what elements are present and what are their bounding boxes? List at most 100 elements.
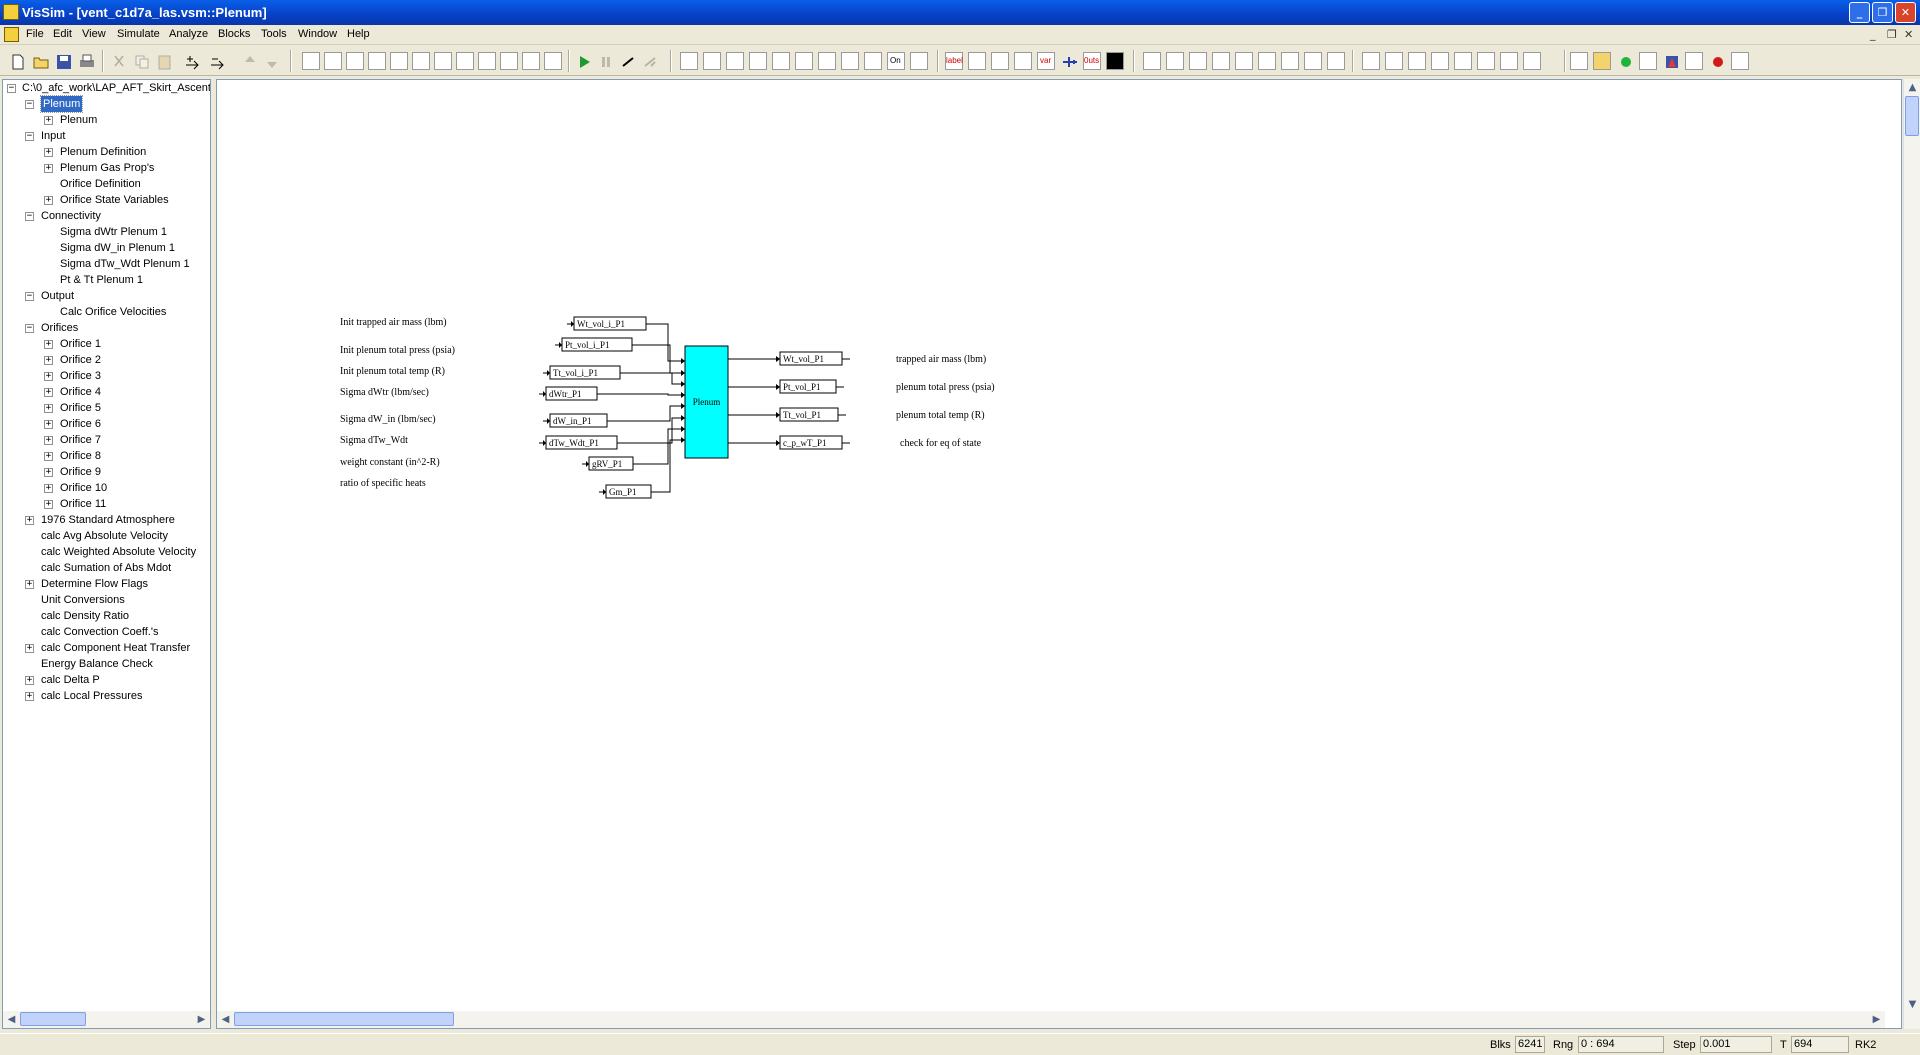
collapse-icon[interactable]: −: [25, 212, 34, 221]
expand-icon[interactable]: +: [44, 164, 53, 173]
arith-block-icon[interactable]: [478, 52, 496, 70]
matrix-block-icon[interactable]: [1477, 52, 1495, 70]
menu-view[interactable]: View: [82, 28, 106, 40]
logic-block-icon[interactable]: [1304, 52, 1322, 70]
close-icon[interactable]: ✕: [1895, 2, 1916, 23]
arith-block-icon[interactable]: [302, 52, 320, 70]
tree-scroll-thumb[interactable]: [20, 1012, 86, 1026]
scroll-down-icon[interactable]: ▼: [1905, 997, 1920, 1012]
arith-block-icon[interactable]: [500, 52, 518, 70]
canvas-vscroll-thumb[interactable]: [1905, 96, 1919, 136]
airplane-icon[interactable]: [1060, 52, 1078, 70]
histogram-block-icon[interactable]: [1731, 52, 1749, 70]
copy-icon[interactable]: [132, 52, 150, 70]
logic-block-icon[interactable]: [1235, 52, 1253, 70]
arith-block-icon[interactable]: [368, 52, 386, 70]
matrix-block-icon[interactable]: [1385, 52, 1403, 70]
expand-icon[interactable]: +: [44, 404, 53, 413]
scroll-right-icon[interactable]: ▶: [194, 1012, 209, 1027]
run-icon[interactable]: [574, 52, 592, 70]
logic-block-icon[interactable]: [1212, 52, 1230, 70]
mdi-close-icon[interactable]: ✕: [1904, 28, 1913, 41]
expand-icon[interactable]: +: [25, 580, 34, 589]
compound-block-icon[interactable]: [968, 52, 986, 70]
record-icon[interactable]: [1708, 52, 1726, 70]
compound-block-icon[interactable]: [1014, 52, 1032, 70]
document-icon[interactable]: [4, 27, 19, 42]
save-icon[interactable]: [54, 52, 72, 70]
arith-block-icon[interactable]: [544, 52, 562, 70]
logic-block-icon[interactable]: [1327, 52, 1345, 70]
collapse-icon[interactable]: −: [25, 324, 34, 333]
pause-icon[interactable]: [596, 52, 614, 70]
menu-window[interactable]: Window: [298, 28, 337, 40]
matrix-block-icon[interactable]: [1362, 52, 1380, 70]
diagram-canvas[interactable]: Init trapped air mass (lbm) Init plenum t…: [216, 79, 1902, 1029]
add-connector-icon[interactable]: [183, 52, 201, 70]
expand-icon[interactable]: +: [44, 500, 53, 509]
arith-block-icon[interactable]: [522, 52, 540, 70]
variable-block-icon[interactable]: var: [1037, 52, 1055, 70]
expand-icon[interactable]: +: [44, 388, 53, 397]
signal-block-icon[interactable]: [749, 52, 767, 70]
cut-icon[interactable]: [109, 52, 127, 70]
collapse-icon[interactable]: −: [7, 84, 16, 93]
expand-icon[interactable]: +: [44, 356, 53, 365]
dialog-block-icon[interactable]: [1570, 52, 1588, 70]
color-block-icon[interactable]: [1106, 52, 1124, 70]
move-down-icon[interactable]: [262, 52, 280, 70]
matrix-block-icon[interactable]: [1454, 52, 1472, 70]
arith-block-icon[interactable]: [346, 52, 364, 70]
restore-icon[interactable]: ❐: [1872, 2, 1893, 23]
scroll-left-icon[interactable]: ◀: [4, 1012, 19, 1027]
signal-block-icon[interactable]: [841, 52, 859, 70]
menu-blocks[interactable]: Blocks: [218, 28, 250, 40]
expand-icon[interactable]: +: [25, 516, 34, 525]
slider-block-icon[interactable]: [1639, 52, 1657, 70]
tree-horizontal-scrollbar[interactable]: ◀ ▶: [3, 1011, 210, 1028]
step-icon[interactable]: [618, 52, 636, 70]
meter-block-icon[interactable]: [1662, 52, 1680, 70]
arith-block-icon[interactable]: [324, 52, 342, 70]
expand-icon[interactable]: +: [44, 148, 53, 157]
arith-block-icon[interactable]: [434, 52, 452, 70]
gauge-block-icon[interactable]: [1593, 52, 1611, 70]
signal-block-icon[interactable]: [864, 52, 882, 70]
collapse-icon[interactable]: −: [25, 132, 34, 141]
signal-block-icon[interactable]: [772, 52, 790, 70]
signal-block-icon[interactable]: [726, 52, 744, 70]
matrix-block-icon[interactable]: [1431, 52, 1449, 70]
arith-block-icon[interactable]: [412, 52, 430, 70]
continue-icon[interactable]: [640, 52, 658, 70]
canvas-vertical-scrollbar[interactable]: ▲ ▼: [1903, 79, 1920, 1029]
paste-icon[interactable]: [155, 52, 173, 70]
arith-block-icon[interactable]: [390, 52, 408, 70]
mdi-minimize-icon[interactable]: _: [1870, 28, 1876, 41]
minimize-icon[interactable]: _: [1849, 2, 1870, 23]
canvas-hscroll-thumb[interactable]: [234, 1012, 454, 1026]
move-up-icon[interactable]: [240, 52, 258, 70]
matrix-block-icon[interactable]: [1500, 52, 1518, 70]
remove-connector-icon[interactable]: [208, 52, 226, 70]
collapse-icon[interactable]: −: [25, 100, 34, 109]
scroll-up-icon[interactable]: ▲: [1905, 80, 1920, 95]
label-block-icon[interactable]: label: [945, 52, 963, 70]
logic-block-icon[interactable]: [1281, 52, 1299, 70]
logic-block-icon[interactable]: [1166, 52, 1184, 70]
matrix-block-icon[interactable]: [1523, 52, 1541, 70]
collapse-icon[interactable]: −: [25, 292, 34, 301]
onoff-block-icon[interactable]: On: [887, 52, 905, 70]
menu-simulate[interactable]: Simulate: [117, 28, 160, 40]
menu-file[interactable]: File: [26, 28, 44, 40]
scroll-right-icon[interactable]: ▶: [1869, 1012, 1884, 1027]
outs-block-icon[interactable]: 0uts: [1083, 52, 1101, 70]
hierarchy-tree[interactable]: − C:\0_afc_work\LAP_AFT_Skirt_Ascent_ − P…: [2, 79, 211, 1029]
open-folder-icon[interactable]: [31, 52, 49, 70]
compound-block-icon[interactable]: [991, 52, 1009, 70]
signal-block-icon[interactable]: [703, 52, 721, 70]
matrix-view-icon[interactable]: [1685, 52, 1703, 70]
expand-icon[interactable]: +: [44, 116, 53, 125]
menu-help[interactable]: Help: [347, 28, 370, 40]
new-file-icon[interactable]: [8, 52, 26, 70]
expand-icon[interactable]: +: [25, 644, 34, 653]
